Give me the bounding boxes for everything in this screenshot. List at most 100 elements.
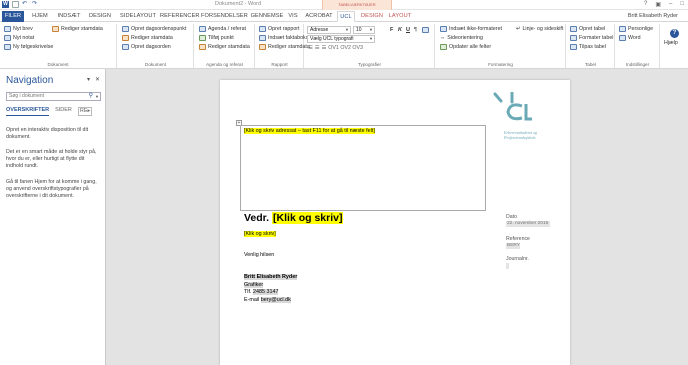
reference-field[interactable]: BERY (506, 243, 520, 249)
list-buttons[interactable]: ☰ ☰ ☰ OV1 OV2 OV3 (308, 45, 363, 51)
note-icon (4, 35, 11, 41)
minimize-icon[interactable]: – (669, 1, 672, 8)
clear-format-icon[interactable] (422, 27, 429, 33)
ribbon-display-icon[interactable]: ▣ (655, 1, 661, 8)
document-page[interactable]: + [Klik og skriv adressat – tast F11 for… (220, 80, 570, 365)
edit-master-data-2-button[interactable]: Rediger stamdata (122, 35, 173, 41)
navigation-help-text-1: Opret en interaktiv disposition til dit … (6, 127, 89, 140)
sender-block[interactable]: Britt Elisabeth Ryder Grafiker Tlf. 2485… (244, 274, 298, 304)
ribbon-group-dokument: Nyt brev Nyt notat Ny følgeskrivelse Red… (0, 24, 117, 68)
navigation-search-input[interactable]: Søg i dokument ⚲ ▼ (6, 92, 101, 101)
line-page-break-button[interactable]: ↵ Linje- og sideskift (516, 26, 563, 32)
help-icon[interactable]: ? (644, 1, 647, 8)
create-table-button[interactable]: Opret tabel (570, 26, 605, 32)
group-label-rapport: Rapport (271, 62, 288, 67)
help-button-icon[interactable]: ? (670, 29, 679, 38)
navigation-title: Navigation (6, 75, 54, 86)
tab-table-layout[interactable]: LAYOUT (388, 11, 412, 22)
person-icon (619, 26, 626, 32)
edit-master-data-button[interactable]: Rediger stamdata (52, 26, 103, 32)
refresh-icon (440, 44, 447, 50)
new-letter-button[interactable]: Nyt brev (4, 26, 33, 32)
tab-indsaet[interactable]: INDSÆT (56, 11, 82, 22)
fit-table-button[interactable]: Tilpas tabel (570, 44, 606, 50)
ribbon-tabs: FILER HJEM INDSÆT DESIGN SIDELAYOUT REFE… (0, 10, 688, 22)
ribbon-group-formatering: Indsæt ikke-formateret ↵ Linje- og sidesk… (436, 24, 566, 68)
search-icon[interactable]: ⚲ (89, 93, 93, 100)
agenda-minutes-button[interactable]: Agenda / referat (199, 26, 246, 32)
tab-sidelayout[interactable]: SIDELAYOUT (120, 11, 156, 22)
table-icon (570, 26, 577, 32)
update-fields-button[interactable]: Opdater alle felter (440, 44, 491, 50)
redo-icon[interactable]: ↷ (32, 1, 39, 8)
tab-results[interactable]: RE▸ (77, 107, 93, 116)
tab-referencer[interactable]: REFERENCER (160, 11, 199, 22)
tab-table-design[interactable]: DESIGN (360, 11, 384, 22)
tab-forsendelser[interactable]: FORSENDELSER (201, 11, 248, 22)
ucl-logo (493, 92, 532, 121)
page-orientation-button[interactable]: ⇔ Sideorientering (440, 35, 483, 41)
window-controls: ? ▣ – □ (644, 1, 684, 8)
insert-unformatted-button[interactable]: Indsæt ikke-formateret (440, 26, 502, 32)
bullet-list-icon: ☰ (308, 45, 313, 51)
greeting[interactable]: Venlig hilsen (244, 252, 274, 258)
tab-filer[interactable]: FILER (2, 11, 24, 22)
sender-name: Britt Elisabeth Ryder (244, 274, 298, 280)
edit-master-data-4-button[interactable]: Rediger stamdata (259, 44, 310, 50)
new-note-button[interactable]: Nyt notat (4, 35, 34, 41)
new-cover-letter-button[interactable]: Ny følgeskrivelse (4, 44, 53, 50)
group-label-indstillinger: Indstillinger (625, 62, 650, 67)
tab-hjem[interactable]: HJEM (30, 11, 50, 22)
chevron-down-icon: ▼ (345, 27, 349, 32)
navigation-pane-controls: ▾ ✕ (87, 76, 100, 83)
subject-line[interactable]: Vedr. [Klik og skriv] (244, 212, 344, 224)
tab-vis[interactable]: VIS (287, 11, 299, 22)
tab-gennemse[interactable]: GENNEMSE (250, 11, 284, 22)
paragraph-mark-icon[interactable]: ¶ (414, 27, 417, 33)
date-field[interactable]: 22. november 2016 (506, 221, 550, 227)
ribbon: Nyt brev Nyt notat Ny følgeskrivelse Red… (0, 22, 688, 69)
journal-field[interactable] (506, 263, 509, 269)
tab-acrobat[interactable]: ACROBAT (304, 11, 334, 22)
edit-icon (199, 44, 206, 50)
address-table-cell[interactable] (240, 125, 486, 211)
close-icon[interactable]: ✕ (95, 76, 100, 83)
tab-pages[interactable]: SIDER (55, 107, 72, 116)
chevron-down-icon[interactable]: ▼ (95, 93, 99, 100)
address-placeholder[interactable]: [Klik og skriv adressat – tast F11 for a… (244, 128, 375, 134)
italic-button[interactable]: K (398, 27, 402, 33)
create-report-button[interactable]: Opret rapport (259, 26, 300, 32)
style-box[interactable]: Adresse ▼ (307, 26, 351, 34)
report-icon (259, 26, 266, 32)
personal-settings-button[interactable]: Personlige (619, 26, 653, 32)
underline-button[interactable]: U (406, 27, 410, 33)
save-icon[interactable] (12, 1, 19, 8)
font-size-box[interactable]: 10 ▼ (353, 26, 375, 34)
maximize-icon[interactable]: □ (680, 1, 684, 8)
help-button-label[interactable]: Hjælp (664, 40, 678, 46)
sender-role: Grafiker (244, 281, 264, 288)
letter-icon (4, 26, 11, 32)
ucl-style-select[interactable]: Vælg UCL typografi ▼ (307, 35, 375, 43)
bold-button[interactable]: F (390, 27, 393, 33)
subject-placeholder[interactable]: [Klik og skriv] (272, 212, 344, 224)
navigation-help-text-3: Gå til fanen Hjem for at komme i gang, o… (6, 179, 97, 199)
ribbon-group-indstillinger: Personlige Word Indstillinger (616, 24, 660, 68)
tab-ucl[interactable]: UCL (337, 11, 355, 22)
undo-icon[interactable]: ↶ (22, 1, 29, 8)
group-label-dokument-2: Dokument (145, 62, 166, 67)
create-agenda-item-button[interactable]: Opret dagsordenspunkt (122, 26, 186, 32)
add-point-button[interactable]: Tilføj punkt (199, 35, 234, 41)
body-placeholder[interactable]: [Klik og skriv] (244, 231, 276, 237)
create-agenda-button[interactable]: Opret dagsorden (122, 44, 171, 50)
edit-master-data-3-button[interactable]: Rediger stamdata (199, 44, 250, 50)
insert-factbox-button[interactable]: Indsæt faktaboks (259, 35, 308, 41)
word-settings-button[interactable]: Word (619, 35, 641, 41)
user-account[interactable]: Britt Elisabeth Ryder (628, 13, 678, 19)
format-table-button[interactable]: Formater tabel (570, 35, 613, 41)
tab-headings[interactable]: OVERSKRIFTER (6, 107, 50, 116)
sender-phone: 2485 3147 (253, 289, 279, 296)
chevron-down-icon[interactable]: ▾ (87, 76, 90, 83)
tab-design[interactable]: DESIGN (88, 11, 112, 22)
reference-label: Reference (506, 236, 530, 242)
